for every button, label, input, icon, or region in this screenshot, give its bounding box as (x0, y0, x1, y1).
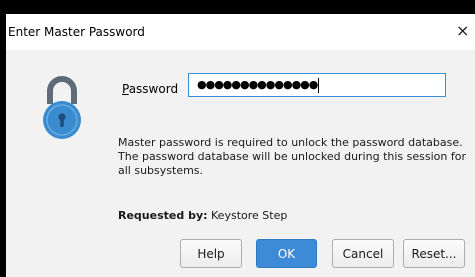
cancel-button[interactable]: Cancel (332, 239, 394, 268)
requested-by-label: Requested by: (118, 209, 208, 222)
password-field[interactable]: ●●●●●●●●●●●●●● (188, 73, 446, 97)
password-label-mnemonic: P (122, 82, 129, 96)
requested-by-value: Keystore Step (211, 209, 288, 222)
text-caret (318, 78, 319, 93)
help-button[interactable]: Help (180, 239, 242, 268)
close-icon[interactable]: × (456, 21, 469, 41)
password-label: Password (122, 82, 178, 96)
info-message: Master password is required to unlock th… (118, 136, 466, 177)
dialog-title: Enter Master Password (8, 25, 145, 39)
master-password-dialog: Enter Master Password × Password ●●●●●●●… (6, 14, 475, 277)
lock-icon (43, 76, 81, 139)
password-masked-value: ●●●●●●●●●●●●●● (197, 78, 318, 91)
ok-button[interactable]: OK (256, 239, 317, 268)
reset-button[interactable]: Reset... (403, 239, 465, 268)
password-label-text: assword (128, 82, 179, 96)
title-bar: Enter Master Password × (6, 14, 475, 50)
requested-by: Requested by: Keystore Step (118, 209, 287, 222)
